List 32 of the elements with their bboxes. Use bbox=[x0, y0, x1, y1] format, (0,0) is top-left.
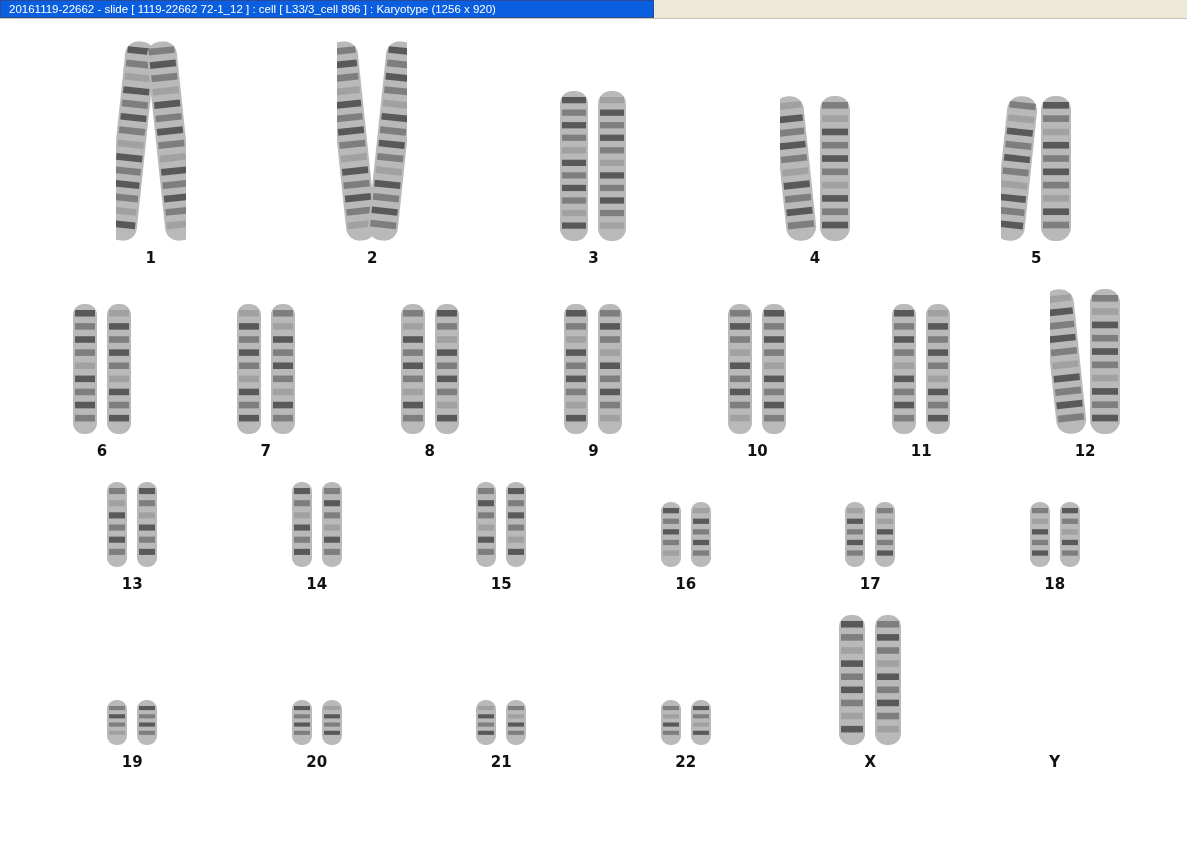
chromosome-pair-drawing bbox=[476, 698, 527, 747]
chromosome-number: 5 bbox=[1031, 249, 1042, 267]
chromosome-number: 22 bbox=[675, 753, 697, 771]
chromosome-number: Y bbox=[1049, 753, 1061, 771]
chromosome-number: 21 bbox=[490, 753, 512, 771]
chromosome-number: 14 bbox=[306, 575, 328, 593]
chromosome-number: 18 bbox=[1044, 575, 1066, 593]
chromosome-number: 8 bbox=[424, 442, 435, 460]
chromosome-pair-drawing bbox=[107, 698, 158, 747]
chromosome-number: 6 bbox=[96, 442, 108, 460]
chromosome-number: 16 bbox=[675, 575, 697, 593]
chromosome-number: 19 bbox=[121, 753, 143, 771]
chromosome-pair-drawing bbox=[660, 500, 711, 569]
chromosome-number: 9 bbox=[588, 442, 599, 460]
chromosome-pair-drawing bbox=[845, 500, 896, 569]
chromosome-number: 11 bbox=[910, 442, 932, 460]
chromosome-number: 13 bbox=[121, 575, 143, 593]
chromosome-pair-drawing bbox=[660, 698, 711, 747]
window-title: 20161119-22662 - slide [ 1119-22662 72-1_12 ] : cell [ L33/3_cell 896 ] : Karyotype (1256 x 920) bbox=[0, 0, 654, 18]
chromosome-number: 10 bbox=[746, 442, 768, 460]
chromosome-pair-drawing bbox=[291, 698, 342, 747]
chromosome-number: 15 bbox=[490, 575, 512, 593]
chromosome-number: 20 bbox=[306, 753, 328, 771]
chromosome-number: 3 bbox=[588, 249, 599, 267]
chromosome-pair-drawing bbox=[1029, 500, 1080, 569]
chromosome-number: 4 bbox=[809, 249, 821, 267]
chromosome-number: 2 bbox=[366, 249, 378, 267]
chromosome-number: 17 bbox=[859, 575, 881, 593]
chromosome-number: 12 bbox=[1074, 442, 1096, 460]
chromosome-number: X bbox=[864, 753, 877, 771]
chromosome-number: 7 bbox=[260, 442, 271, 460]
chromosome-number: 1 bbox=[145, 249, 156, 267]
